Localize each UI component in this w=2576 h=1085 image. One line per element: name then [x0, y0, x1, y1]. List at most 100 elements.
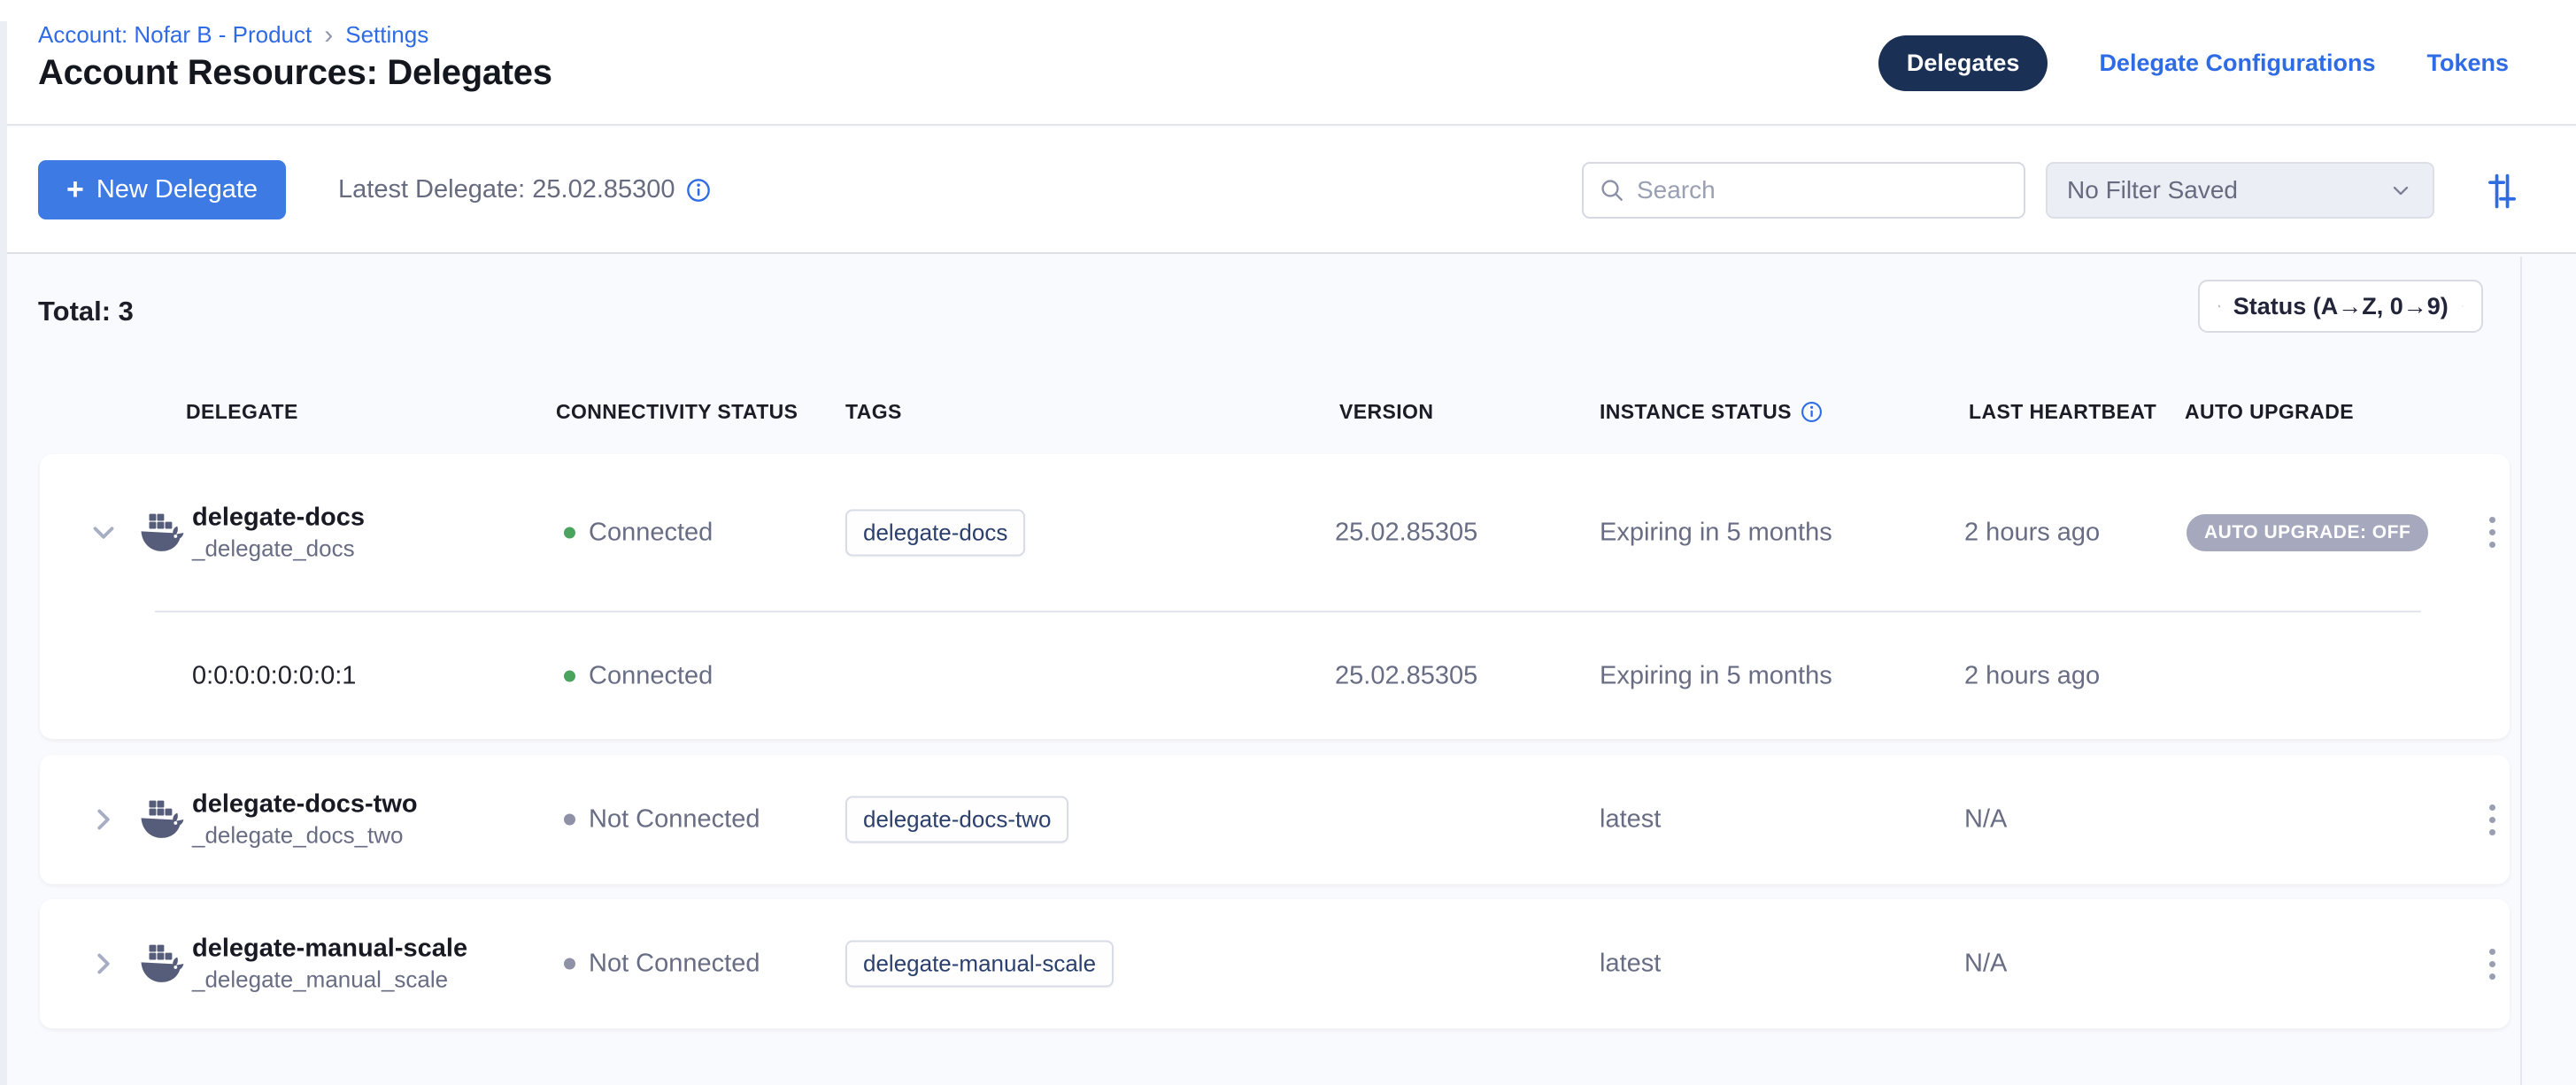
last-heartbeat-cell: 2 hours ago — [1964, 518, 2100, 547]
connectivity-cell: Not Connected — [564, 950, 760, 979]
delegate-name: delegate-docs — [192, 501, 365, 533]
chevron-down-icon — [2461, 294, 2464, 319]
search-box — [1582, 162, 2025, 219]
connectivity-cell: Connected — [564, 518, 713, 547]
tag-chip: delegate-docs — [845, 509, 1025, 556]
auto-upgrade-cell: AUTO UPGRADE: OFF — [2187, 514, 2428, 551]
column-header-last-heartbeat: LAST HEARTBEAT — [1969, 400, 2156, 424]
tab-delegates[interactable]: Delegates — [1878, 35, 2048, 91]
delegate-main-row: delegate-docs-two _delegate_docs_two Not… — [40, 755, 2510, 884]
last-heartbeat-cell: N/A — [1964, 805, 2007, 835]
tags-cell: delegate-docs — [845, 509, 1025, 556]
delegate-hostname: _delegate_docs — [192, 533, 365, 564]
connectivity-cell: Not Connected — [564, 805, 760, 835]
delegate-hostname: _delegate_manual_scale — [192, 965, 467, 996]
sort-arrows-icon — [2217, 292, 2221, 320]
row-menu-button[interactable] — [2474, 508, 2510, 558]
delegate-hostname: _delegate_docs_two — [192, 820, 418, 851]
connected-dot-icon — [564, 670, 575, 681]
sort-select[interactable]: Status (A→Z, 0→9) — [2198, 280, 2483, 333]
page-header: Account: Nofar B - Product › Settings Ac… — [0, 0, 2576, 126]
delegate-row-delegate-docs: delegate-docs _delegate_docs Connected d… — [40, 454, 2510, 739]
breadcrumb: Account: Nofar B - Product › Settings — [38, 21, 428, 49]
delegate-main-row: delegate-docs _delegate_docs Connected d… — [40, 454, 2510, 611]
info-icon[interactable] — [686, 178, 711, 203]
instance-status-cell: latest — [1600, 950, 1661, 979]
column-header-delegate: DELEGATE — [186, 400, 298, 424]
saved-filter-select[interactable]: No Filter Saved — [2046, 162, 2434, 219]
chevron-down-icon — [2388, 178, 2413, 203]
breadcrumb-separator-icon: › — [324, 24, 333, 47]
column-header-instance-status: INSTANCE STATUS — [1600, 400, 1823, 424]
column-header-connectivity-status: CONNECTIVITY STATUS — [556, 400, 798, 424]
instance-status-cell: Expiring in 5 months — [1600, 518, 1832, 547]
plus-icon: + — [66, 177, 84, 203]
version-cell: 25.02.85305 — [1335, 661, 1477, 690]
last-heartbeat-cell: 2 hours ago — [1964, 661, 2100, 690]
auto-upgrade-badge: AUTO UPGRADE: OFF — [2187, 514, 2428, 551]
collapse-row-button[interactable] — [86, 515, 121, 550]
filter-panel-button[interactable] — [2479, 168, 2525, 214]
connectivity-cell: Connected — [564, 661, 713, 690]
docker-icon — [137, 799, 185, 840]
last-heartbeat-cell: N/A — [1964, 950, 2007, 979]
column-header-version: VERSION — [1339, 400, 1433, 424]
breadcrumb-account-link[interactable]: Account: Nofar B - Product — [38, 21, 312, 49]
delegate-row-delegate-docs-two: delegate-docs-two _delegate_docs_two Not… — [40, 755, 2510, 884]
resource-tabs: Delegates Delegate Configurations Tokens — [1878, 0, 2509, 126]
delegate-instance-row: 0:0:0:0:0:0:0:1 Connected 25.02.85305 Ex… — [40, 612, 2510, 739]
search-icon — [1598, 176, 1626, 204]
toolbar: + New Delegate Latest Delegate: 25.02.85… — [0, 127, 2576, 254]
left-frame-strip — [0, 21, 7, 1085]
page-title: Account Resources: Delegates — [38, 53, 552, 93]
sort-select-value: Status (A→Z, 0→9) — [2233, 293, 2449, 320]
delegate-name-cell[interactable]: delegate-docs _delegate_docs — [192, 501, 365, 564]
new-delegate-button[interactable]: + New Delegate — [38, 160, 286, 219]
connected-dot-icon — [564, 527, 575, 538]
column-header-auto-upgrade: AUTO UPGRADE — [2185, 400, 2354, 424]
connectivity-label: Connected — [589, 518, 713, 547]
row-menu-button[interactable] — [2474, 795, 2510, 844]
tab-delegate-configurations[interactable]: Delegate Configurations — [2099, 50, 2375, 77]
delegate-name-cell[interactable]: delegate-manual-scale _delegate_manual_s… — [192, 932, 467, 995]
expand-row-button[interactable] — [86, 946, 121, 981]
tags-cell: delegate-manual-scale — [845, 941, 1114, 988]
delegate-name: delegate-manual-scale — [192, 932, 467, 964]
instance-host: 0:0:0:0:0:0:0:1 — [192, 661, 356, 690]
total-count: Total: 3 — [38, 296, 134, 327]
delegate-name: delegate-docs-two — [192, 788, 418, 820]
saved-filter-value: No Filter Saved — [2067, 176, 2388, 204]
search-input[interactable] — [1637, 176, 2009, 204]
tag-chip: delegate-docs-two — [845, 796, 1068, 843]
expand-row-button[interactable] — [86, 802, 121, 837]
disconnected-dot-icon — [564, 814, 575, 826]
docker-icon — [137, 512, 185, 553]
connectivity-label: Not Connected — [589, 805, 760, 835]
instance-status-cell: Expiring in 5 months — [1600, 661, 1832, 690]
filter-sliders-icon — [2480, 170, 2523, 212]
connectivity-label: Not Connected — [589, 950, 760, 979]
latest-delegate-version: Latest Delegate: 25.02.85300 — [338, 127, 711, 252]
disconnected-dot-icon — [564, 958, 575, 970]
chevron-down-icon — [87, 516, 120, 550]
version-cell: 25.02.85305 — [1335, 518, 1477, 547]
delegate-row-delegate-manual-scale: delegate-manual-scale _delegate_manual_s… — [40, 899, 2510, 1028]
tag-chip: delegate-manual-scale — [845, 941, 1114, 988]
tags-cell: delegate-docs-two — [845, 796, 1068, 843]
new-delegate-label: New Delegate — [96, 175, 258, 204]
column-header-tags: TAGS — [845, 400, 902, 424]
scroll-track-line — [2520, 257, 2522, 1085]
chevron-right-icon — [87, 947, 120, 981]
breadcrumb-settings-link[interactable]: Settings — [345, 21, 428, 49]
delegates-page: Account: Nofar B - Product › Settings Ac… — [0, 0, 2576, 1085]
chevron-right-icon — [87, 803, 120, 836]
connectivity-label: Connected — [589, 661, 713, 690]
docker-icon — [137, 943, 185, 984]
info-icon[interactable] — [1801, 401, 1823, 423]
delegate-name-cell[interactable]: delegate-docs-two _delegate_docs_two — [192, 788, 418, 850]
row-menu-button[interactable] — [2474, 939, 2510, 989]
tab-tokens[interactable]: Tokens — [2426, 50, 2509, 77]
latest-delegate-text: Latest Delegate: 25.02.85300 — [338, 175, 675, 204]
instance-status-cell: latest — [1600, 805, 1661, 835]
delegate-main-row: delegate-manual-scale _delegate_manual_s… — [40, 899, 2510, 1028]
